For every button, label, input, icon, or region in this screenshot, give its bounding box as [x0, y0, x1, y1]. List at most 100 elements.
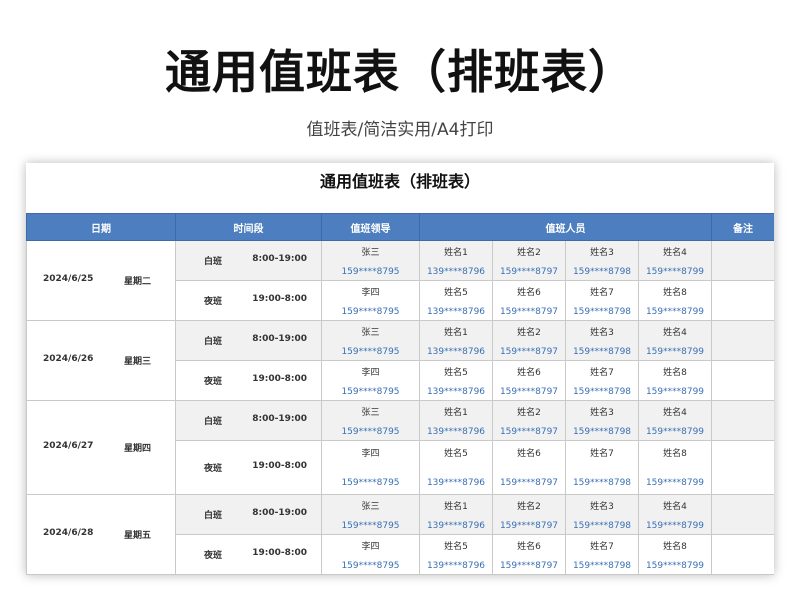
date-cell: 2024/6/25 星期二	[26, 240, 176, 321]
person-phone: 159****8797	[499, 520, 559, 531]
schedule-body: 2024/6/25 星期二 白班 8:00-19:00 张三 159****8795 姓名1…	[26, 240, 774, 575]
person-name: 李四	[361, 541, 380, 552]
staff-cell: 姓名7 159****8798	[565, 440, 639, 495]
person-phone: 159****8797	[499, 560, 559, 571]
shift-name: 夜班	[204, 551, 223, 561]
staff-cell: 姓名3 159****8798	[565, 400, 639, 441]
person-name: 张三	[361, 407, 380, 418]
shift-time: 8:00-19:00	[252, 414, 307, 424]
schedule-table: 日期 时间段 值班领导 值班人员 备注 2024/6/25 星期二 白班 8:00-1…	[26, 213, 774, 575]
person-entry: 姓名2 159****8797	[493, 322, 565, 360]
person-phone: 159****8795	[341, 426, 400, 437]
person-entry: 李四 159****8795	[322, 282, 419, 320]
time-cell: 夜班 19:00-8:00	[175, 280, 322, 321]
person-phone: 159****8798	[572, 560, 632, 571]
person-phone: 159****8799	[645, 560, 705, 571]
person-entry: 姓名8 159****8799	[639, 442, 711, 494]
weekday-value: 星期二	[123, 277, 151, 287]
person-phone: 159****8797	[499, 426, 559, 437]
table-row: 2024/6/27 星期四 白班 8:00-19:00 张三 159****8795 姓名1…	[26, 400, 774, 495]
person-entry: 姓名5 139****8796	[420, 282, 492, 320]
leader-cell: 李四 159****8795	[321, 360, 420, 401]
shift-name: 白班	[204, 511, 223, 521]
shift-time: 8:00-19:00	[252, 334, 307, 344]
person-entry: 姓名5 139****8796	[420, 442, 492, 494]
person-name: 姓名1	[444, 407, 468, 418]
person-entry: 姓名4 159****8799	[639, 242, 711, 280]
person-entry: 张三 159****8795	[322, 402, 419, 440]
person-name: 姓名3	[590, 327, 614, 338]
person-phone: 159****8795	[341, 386, 400, 397]
person-phone: 139****8796	[426, 266, 486, 277]
person-phone: 159****8798	[572, 266, 632, 277]
shift-name: 夜班	[204, 377, 223, 387]
page-subtitle: 值班表/简洁实用/A4打印	[306, 120, 494, 140]
person-phone: 159****8799	[645, 306, 705, 317]
person-entry: 姓名4 159****8799	[639, 402, 711, 440]
person-name: 姓名1	[444, 247, 468, 258]
schedule-sheet: 通用值班表（排班表） 日期 时间段 值班领导 值班人员 备注 2024/6/25…	[26, 163, 774, 575]
person-entry: 姓名2 159****8797	[493, 402, 565, 440]
staff-cell: 姓名5 139****8796	[419, 280, 493, 321]
person-phone: 159****8795	[341, 346, 400, 357]
person-entry: 姓名2 159****8797	[493, 242, 565, 280]
person-entry: 姓名5 139****8796	[420, 362, 492, 400]
table-row: 2024/6/28 星期五 白班 8:00-19:00 张三 159****8795 姓名1…	[26, 494, 774, 575]
person-name: 姓名2	[517, 247, 541, 258]
staff-cell: 姓名4 159****8799	[638, 400, 712, 441]
time-wrap: 夜班 19:00-8:00	[176, 461, 321, 474]
shift-name: 白班	[204, 337, 223, 347]
person-name: 姓名3	[590, 501, 614, 512]
person-phone: 159****8799	[645, 477, 705, 488]
weekday-value: 星期四	[123, 444, 151, 454]
person-phone: 159****8799	[645, 386, 705, 397]
date-wrap: 2024/6/26 星期三	[27, 354, 175, 367]
date-cell: 2024/6/28 星期五	[26, 494, 176, 575]
leader-cell: 张三 159****8795	[321, 400, 420, 441]
person-entry: 姓名4 159****8799	[639, 322, 711, 360]
time-cell: 夜班 19:00-8:00	[175, 440, 322, 495]
person-entry: 姓名6 159****8797	[493, 362, 565, 400]
shift-name: 夜班	[204, 297, 223, 307]
person-entry: 姓名1 139****8796	[420, 496, 492, 534]
shift-time: 19:00-8:00	[252, 461, 307, 471]
person-entry: 姓名2 159****8797	[493, 496, 565, 534]
note-cell	[711, 440, 774, 495]
person-phone: 139****8796	[426, 306, 486, 317]
column-header-staff: 值班人员	[419, 213, 712, 241]
person-name: 姓名7	[590, 367, 614, 378]
person-name: 姓名2	[517, 501, 541, 512]
time-wrap: 白班 8:00-19:00	[176, 254, 321, 267]
leader-cell: 张三 159****8795	[321, 320, 420, 361]
person-phone: 159****8797	[499, 266, 559, 277]
staff-cell: 姓名6 159****8797	[492, 440, 566, 495]
person-phone: 139****8796	[426, 426, 486, 437]
staff-cell: 姓名4 159****8799	[638, 240, 712, 281]
person-entry: 姓名4 159****8799	[639, 496, 711, 534]
note-cell	[711, 280, 774, 321]
person-entry: 李四 159****8795	[322, 536, 419, 574]
person-name: 姓名6	[517, 541, 541, 552]
note-cell	[711, 494, 774, 535]
time-cell: 白班 8:00-19:00	[175, 240, 322, 281]
staff-cell: 姓名2 159****8797	[492, 494, 566, 535]
person-name: 姓名2	[517, 407, 541, 418]
staff-cell: 姓名5 139****8796	[419, 440, 493, 495]
person-entry: 李四 159****8795	[322, 362, 419, 400]
staff-cell: 姓名8 159****8799	[638, 440, 712, 495]
person-name: 姓名1	[444, 327, 468, 338]
person-entry: 姓名8 159****8799	[639, 362, 711, 400]
leader-cell: 李四 159****8795	[321, 280, 420, 321]
staff-cell: 姓名3 159****8798	[565, 240, 639, 281]
time-cell: 夜班 19:00-8:00	[175, 360, 322, 401]
staff-cell: 姓名8 159****8799	[638, 280, 712, 321]
person-name: 姓名7	[590, 448, 614, 459]
person-name: 姓名2	[517, 327, 541, 338]
staff-cell: 姓名5 139****8796	[419, 534, 493, 575]
person-name: 姓名8	[663, 287, 687, 298]
person-phone: 139****8796	[426, 477, 486, 488]
person-entry: 姓名1 139****8796	[420, 322, 492, 360]
person-entry: 姓名6 159****8797	[493, 442, 565, 494]
staff-cell: 姓名6 159****8797	[492, 280, 566, 321]
person-phone: 159****8795	[341, 560, 400, 571]
